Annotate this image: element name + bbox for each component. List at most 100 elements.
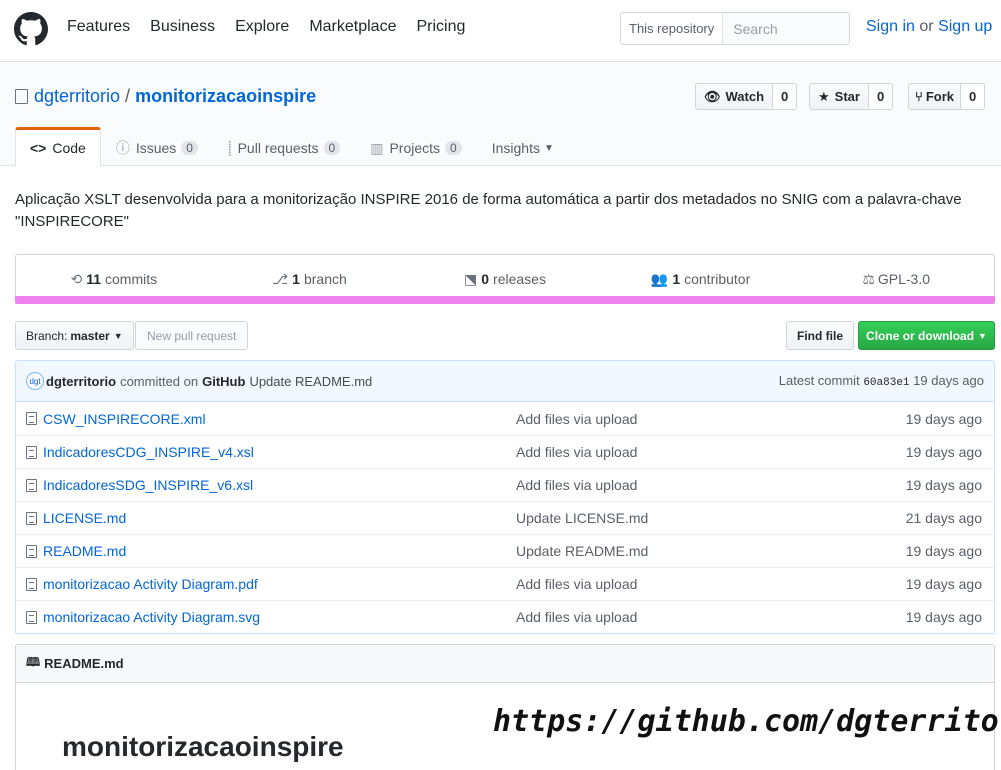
find-file-button[interactable]: Find file [786, 321, 854, 350]
file-icon [26, 479, 37, 492]
commits-label: commits [105, 271, 158, 287]
file-age: 19 days ago [905, 576, 982, 592]
file-commit-message[interactable]: Add files via upload [516, 477, 637, 493]
tab-issues[interactable]: ⓘ Issues 0 [101, 127, 213, 167]
table-row: IndicadoresSDG_INSPIRE_v6.xsl Add files … [16, 468, 994, 501]
book-icon: 🕮 [26, 655, 41, 669]
fork-label: Fork [925, 89, 954, 104]
file-name-link[interactable]: IndicadoresSDG_INSPIRE_v6.xsl [43, 477, 253, 493]
fork-icon: ⑂ [915, 89, 923, 104]
fork-count[interactable]: 0 [960, 83, 986, 110]
repo-icon [15, 89, 28, 104]
table-row: monitorizacao Activity Diagram.pdf Add f… [16, 567, 994, 600]
auth-links: Sign in or Sign up [866, 18, 992, 36]
commit-age: 19 days ago [913, 373, 984, 388]
file-icon [26, 512, 37, 525]
github-logo-icon[interactable] [14, 12, 48, 46]
site-header: Features Business Explore Marketplace Pr… [0, 0, 1001, 62]
readme-heading: monitorizacaoinspire [62, 731, 344, 762]
file-commit-message[interactable]: Update README.md [516, 543, 648, 559]
file-name-link[interactable]: README.md [43, 543, 126, 559]
commit-author[interactable]: dgterritorio [46, 374, 116, 389]
tab-label: Code [52, 140, 86, 156]
file-commit-message[interactable]: Add files via upload [516, 609, 637, 625]
tab-code[interactable]: <> Code [15, 127, 101, 167]
fork-group: ⑂ Fork 0 [908, 83, 986, 110]
watch-button[interactable]: 👁 Watch [695, 83, 774, 110]
branch-prefix: Branch: [26, 328, 68, 343]
file-age: 19 days ago [905, 609, 982, 625]
file-icon [26, 446, 37, 459]
commit-tease: dgt dgterritorio committed on GitHub Upd… [15, 360, 995, 402]
fork-button[interactable]: ⑂ Fork [908, 83, 961, 110]
table-row: README.md Update README.md 19 days ago [16, 534, 994, 567]
code-icon: <> [30, 140, 47, 156]
new-pull-request-button[interactable]: New pull request [135, 321, 249, 350]
branch-icon: ⎇ [272, 270, 289, 287]
readme-filename: README.md [44, 656, 124, 671]
history-icon: ⟲ [70, 270, 83, 287]
file-name-link[interactable]: CSW_INSPIRECORE.xml [43, 411, 206, 427]
star-count[interactable]: 0 [868, 83, 894, 110]
table-row: IndicadoresCDG_INSPIRE_v4.xsl Add files … [16, 435, 994, 468]
repo-title: dgterritorio / monitorizacaoinspire [15, 86, 316, 107]
file-commit-message[interactable]: Add files via upload [516, 576, 637, 592]
table-row: monitorizacao Activity Diagram.svg Add f… [16, 600, 994, 633]
main-nav: Features Business Explore Marketplace Pr… [67, 18, 485, 36]
tab-label: Issues [135, 140, 177, 156]
contributor-label: contributor [684, 271, 751, 287]
nav-features[interactable]: Features [67, 18, 130, 36]
repo-owner-link[interactable]: dgterritorio [34, 86, 120, 107]
file-name-link[interactable]: IndicadoresCDG_INSPIRE_v4.xsl [43, 444, 254, 460]
file-name-link[interactable]: monitorizacao Activity Diagram.pdf [43, 576, 258, 592]
repo-name-link[interactable]: monitorizacaoinspire [135, 86, 316, 107]
commit-message[interactable]: Update README.md [249, 374, 372, 389]
law-icon: ⚖ [862, 270, 875, 287]
sign-in-link[interactable]: Sign in [866, 18, 915, 35]
eye-icon: 👁 [704, 88, 721, 104]
branch-count: 1 [292, 271, 300, 287]
file-name-link[interactable]: monitorizacao Activity Diagram.svg [43, 609, 260, 625]
dropdown-caret-icon: ▼ [113, 330, 123, 341]
url-watermark: https://github.com/dgterrito [493, 704, 999, 739]
releases-label: releases [493, 271, 546, 287]
tab-counter: 0 [323, 141, 341, 155]
file-commit-message[interactable]: Add files via upload [516, 444, 637, 460]
people-icon: 👥 [650, 270, 669, 287]
file-commit-message[interactable]: Add files via upload [516, 411, 637, 427]
file-icon [26, 412, 37, 425]
avatar[interactable]: dgt [26, 372, 44, 390]
nav-explore[interactable]: Explore [235, 18, 289, 36]
tab-projects[interactable]: ▥ Projects 0 [355, 127, 477, 167]
file-name-link[interactable]: LICENSE.md [43, 510, 126, 526]
nav-marketplace[interactable]: Marketplace [309, 18, 396, 36]
search-scope-label: This repository [621, 13, 724, 44]
file-icon [26, 578, 37, 591]
file-age: 19 days ago [905, 444, 982, 460]
tab-pull-requests[interactable]: ⸽ Pull requests 0 [213, 127, 355, 167]
clone-download-button[interactable]: Clone or download ▼ [858, 321, 995, 350]
file-icon [26, 611, 37, 624]
language-bar[interactable] [15, 296, 995, 304]
star-icon: ★ [818, 88, 830, 104]
nav-pricing[interactable]: Pricing [416, 18, 465, 36]
tag-icon: ⬔ [464, 270, 478, 287]
branch-name: master [70, 328, 110, 343]
nav-business[interactable]: Business [150, 18, 215, 36]
commit-sha[interactable]: 60a83e1 [863, 377, 909, 389]
commits-count: 11 [86, 271, 101, 287]
project-icon: ▥ [370, 139, 384, 156]
watch-group: 👁 Watch 0 [695, 83, 798, 110]
branch-select-button[interactable]: Branch: master ▼ [15, 321, 134, 350]
star-button[interactable]: ★ Star [809, 83, 869, 110]
watch-count[interactable]: 0 [773, 83, 798, 110]
sign-up-link[interactable]: Sign up [938, 18, 992, 35]
repo-title-separator: / [125, 86, 131, 106]
repo-description: Aplicação XSLT desenvolvida para a monit… [15, 191, 962, 230]
contributor-count: 1 [672, 271, 681, 287]
table-row: CSW_INSPIRECORE.xml Add files via upload… [16, 402, 994, 435]
file-list: CSW_INSPIRECORE.xml Add files via upload… [15, 402, 995, 634]
tab-insights[interactable]: Insights ▼ [477, 127, 569, 167]
file-commit-message[interactable]: Update LICENSE.md [516, 510, 648, 526]
search-input[interactable] [723, 20, 844, 37]
